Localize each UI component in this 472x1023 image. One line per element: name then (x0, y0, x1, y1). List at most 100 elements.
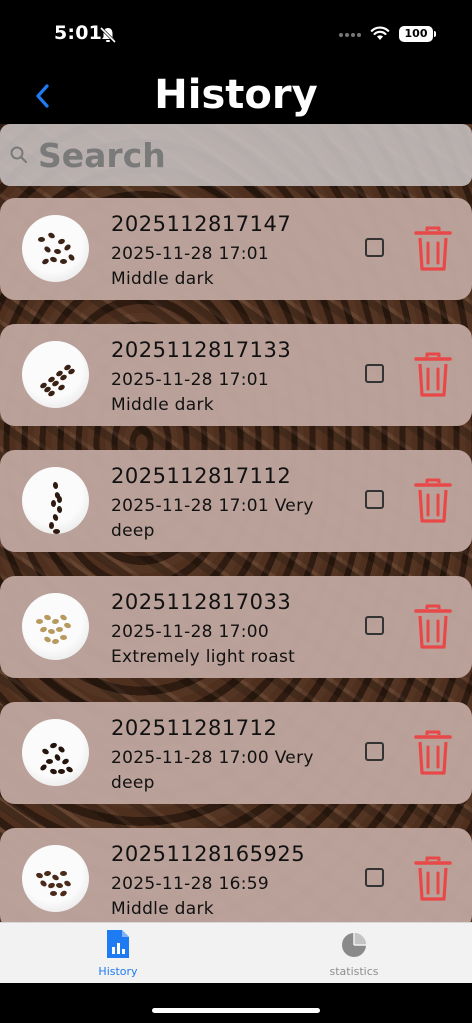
coffee-bean (49, 767, 58, 776)
record-datetime-roast: 2025-11-28 17:01 Very deep (111, 496, 314, 541)
cellular-signal-icon (339, 33, 361, 37)
bean-sample-thumbnail (22, 341, 89, 408)
trash-icon[interactable] (414, 604, 452, 650)
record-datetime-roast: 2025-11-28 16:59 Middle dark (111, 874, 269, 919)
coffee-bean (63, 621, 72, 630)
coffee-bean (53, 753, 62, 762)
bean-sample-thumbnail (22, 593, 89, 660)
coffee-bean (60, 635, 67, 640)
coffee-bean (43, 635, 52, 644)
record-datetime-roast: 2025-11-28 17:00 Extremely light roast (111, 622, 296, 667)
coffee-bean (59, 889, 68, 898)
coffee-bean (43, 613, 52, 622)
coffee-bean (52, 481, 59, 490)
trash-icon[interactable] (414, 856, 452, 902)
nav-bar: History (0, 70, 472, 126)
record-id: 2025112817033 (111, 590, 292, 614)
coffee-bean (56, 505, 63, 514)
coffee-bean (41, 257, 50, 266)
bean-sample-thumbnail (22, 845, 89, 912)
coffee-bean (39, 879, 48, 888)
page-title: History (154, 72, 318, 118)
coffee-bean (43, 245, 52, 254)
bean-sample-thumbnail (22, 215, 89, 282)
coffee-bean (57, 237, 66, 246)
record-datetime-roast: 2025-11-28 17:00 Very deep (111, 748, 314, 793)
pie-chart-icon (342, 933, 366, 957)
record-datetime-roast: 2025-11-28 17:01 Middle dark (111, 370, 269, 415)
tab-history-label: History (98, 965, 138, 978)
status-time: 5:01 (54, 22, 103, 44)
coffee-bean (67, 253, 76, 262)
history-record-card[interactable]: 202511281712 2025-11-28 17:00 Very deep (0, 702, 472, 804)
history-record-card[interactable]: 2025112817133 2025-11-28 17:01 Middle dar… (0, 324, 472, 426)
select-checkbox[interactable] (365, 364, 384, 383)
coffee-bean (47, 231, 56, 240)
coffee-bean (63, 879, 72, 888)
search-icon (10, 146, 28, 164)
coffee-bean (47, 628, 56, 635)
coffee-bean (43, 870, 52, 877)
coffee-bean (49, 255, 58, 264)
coffee-bean (50, 891, 57, 896)
coffee-bean (63, 243, 72, 252)
tab-statistics[interactable]: statistics (236, 923, 472, 983)
tab-statistics-label: statistics (329, 965, 379, 978)
search-input[interactable] (38, 134, 458, 176)
coffee-bean (41, 747, 50, 756)
coffee-bean (57, 383, 66, 392)
coffee-bean (47, 881, 56, 890)
tab-bar: History statistics (0, 922, 472, 983)
select-checkbox[interactable] (365, 490, 384, 509)
coffee-bean (51, 873, 60, 882)
coffee-bean (35, 871, 44, 880)
coffee-bean (39, 625, 48, 634)
record-id: 2025112817112 (111, 464, 292, 488)
battery-cap (434, 31, 436, 37)
record-datetime-roast: 2025-11-28 17:01 Middle dark (111, 244, 269, 289)
search-bar (0, 124, 472, 186)
coffee-bean (53, 248, 62, 255)
bean-sample-thumbnail (22, 719, 89, 786)
select-checkbox[interactable] (365, 238, 384, 257)
coffee-bean (58, 769, 65, 774)
history-record-card[interactable]: 2025112817112 2025-11-28 17:01 Very deep (0, 450, 472, 552)
trash-icon[interactable] (414, 730, 452, 776)
coffee-bean (61, 757, 70, 766)
coffee-bean (60, 259, 67, 264)
record-id: 2025112817147 (111, 212, 292, 236)
select-checkbox[interactable] (365, 742, 384, 761)
trash-icon[interactable] (414, 478, 452, 524)
history-record-card[interactable]: 2025112817033 2025-11-28 17:00 Extremely … (0, 576, 472, 678)
coffee-bean (60, 871, 67, 876)
select-checkbox[interactable] (365, 616, 384, 635)
select-checkbox[interactable] (365, 868, 384, 887)
coffee-bean (51, 500, 56, 507)
coffee-bean (49, 522, 54, 529)
coffee-bean (59, 613, 68, 622)
coffee-bean (57, 745, 66, 754)
coffee-bean (57, 496, 62, 503)
history-record-card[interactable]: 20251128165925 2025-11-28 16:59 Middle da… (0, 828, 472, 922)
tab-history[interactable]: History (0, 923, 236, 983)
document-chart-icon (107, 930, 129, 958)
wifi-icon (370, 26, 390, 40)
record-id: 2025112817133 (111, 338, 292, 362)
coffee-bean (65, 765, 74, 774)
coffee-bean (55, 882, 64, 889)
coffee-bean (56, 627, 63, 632)
coffee-bean (53, 529, 60, 534)
record-id: 202511281712 (111, 716, 278, 740)
coffee-bean (38, 237, 45, 242)
coffee-bean (51, 638, 60, 645)
home-indicator (152, 1008, 320, 1013)
coffee-bean (39, 763, 48, 772)
history-record-card[interactable]: 2025112817147 2025-11-28 17:01 Middle dar… (0, 198, 472, 300)
trash-icon[interactable] (414, 226, 452, 272)
trash-icon[interactable] (414, 352, 452, 398)
coffee-bean (51, 513, 60, 522)
status-bar: 5:01 100 (0, 0, 472, 70)
record-id: 20251128165925 (111, 842, 306, 866)
bean-sample-thumbnail (22, 467, 89, 534)
coffee-bean (46, 759, 53, 764)
